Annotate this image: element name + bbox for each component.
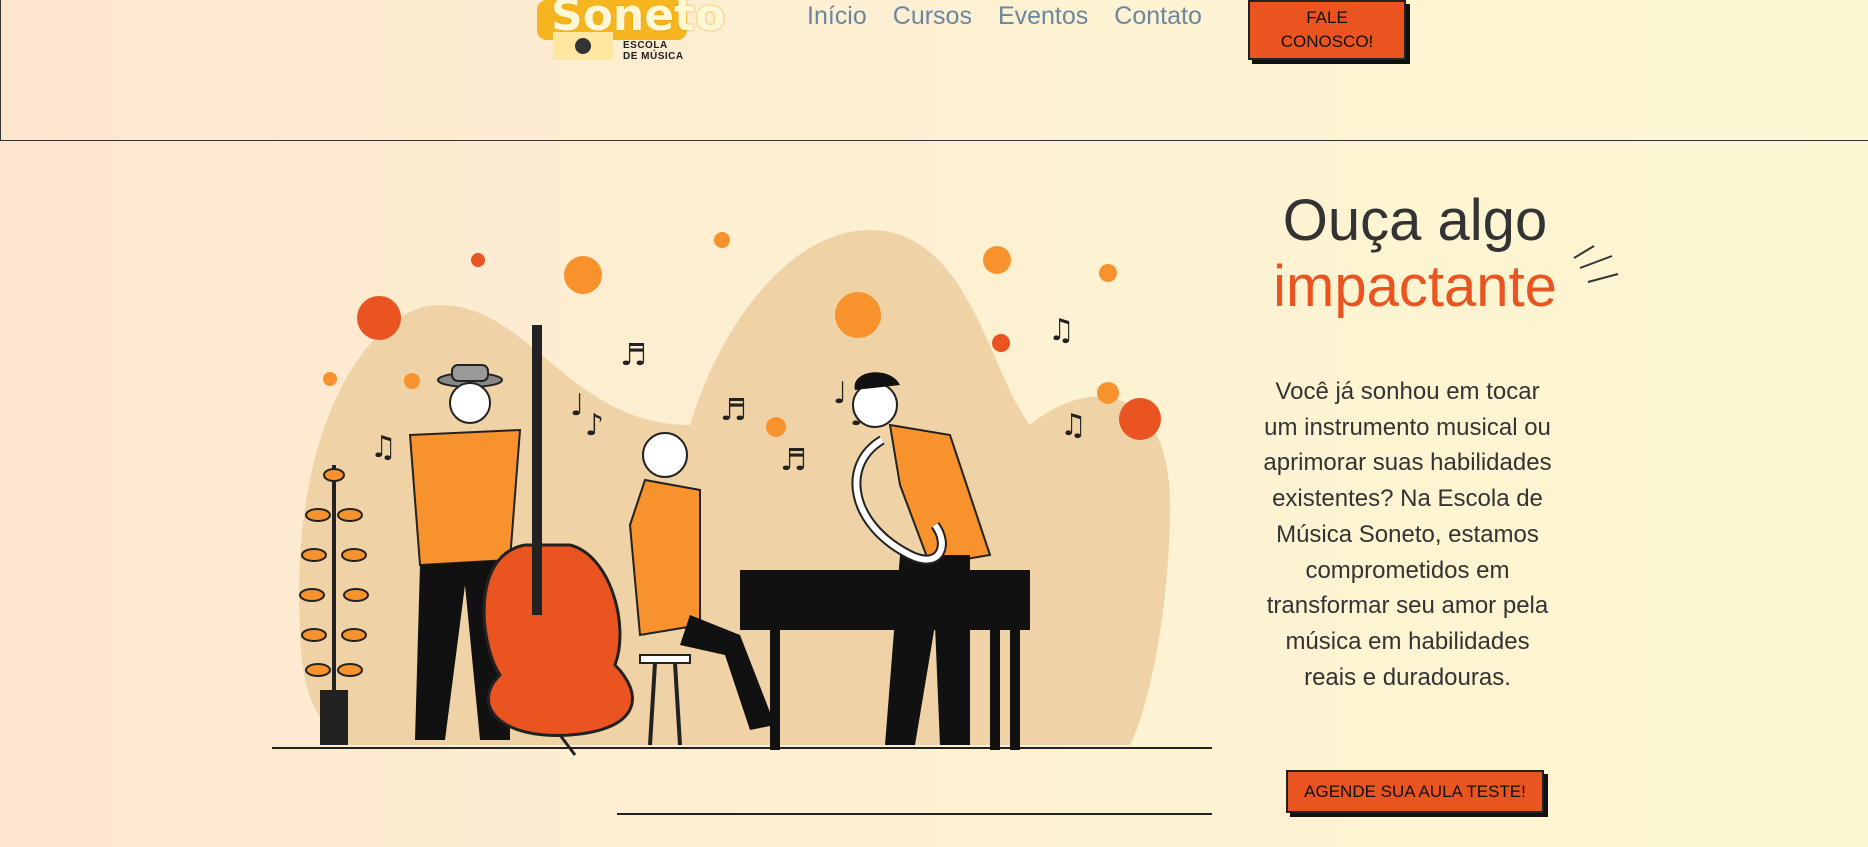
brand-wordmark: Soneto <box>551 0 726 41</box>
hero-title-line1: Ouça algo <box>1282 188 1548 253</box>
brand-logo[interactable]: Soneto ESCOLA DE MÚSICA <box>533 0 725 64</box>
svg-text:♩: ♩ <box>833 376 847 411</box>
nav-cursos[interactable]: Cursos <box>893 2 972 31</box>
svg-text:♬: ♬ <box>780 443 807 478</box>
main-nav: Início Cursos Eventos Contato <box>807 2 1202 31</box>
hero-title: Ouça algo impactante <box>1240 188 1590 320</box>
svg-text:♫: ♫ <box>1048 313 1075 348</box>
divider-line <box>617 813 1212 815</box>
svg-text:♪: ♪ <box>585 408 604 443</box>
svg-text:♫: ♫ <box>1060 408 1087 443</box>
svg-text:♫: ♫ <box>370 430 397 465</box>
nav-eventos[interactable]: Eventos <box>998 2 1088 31</box>
tagline-line2: DE MÚSICA <box>623 51 684 62</box>
hero-title-line2: impactante <box>1273 254 1557 319</box>
contact-us-button[interactable]: FALE CONOSCO! <box>1248 0 1406 60</box>
svg-text:♩: ♩ <box>570 388 584 423</box>
brand-tagline: ESCOLA DE MÚSICA <box>623 40 703 62</box>
schedule-trial-button[interactable]: AGENDE SUA AULA TESTE! <box>1286 770 1544 813</box>
svg-text:♬: ♬ <box>720 393 747 428</box>
sparkle-lines-icon <box>1573 245 1619 283</box>
nav-inicio[interactable]: Início <box>807 2 867 31</box>
tagline-line1: ESCOLA <box>623 40 668 51</box>
jazz-band-illustration: ♬ ♩ ♪ ♫ ♬ ♬ ♩ ♪ ♫ ♫ <box>272 230 1212 756</box>
svg-text:♬: ♬ <box>620 338 647 373</box>
site-header: Soneto ESCOLA DE MÚSICA Início Cursos Ev… <box>0 0 1868 141</box>
hero-description: Você já sonhou em tocar um instrumento m… <box>1263 378 1552 691</box>
nav-contato[interactable]: Contato <box>1114 2 1202 31</box>
